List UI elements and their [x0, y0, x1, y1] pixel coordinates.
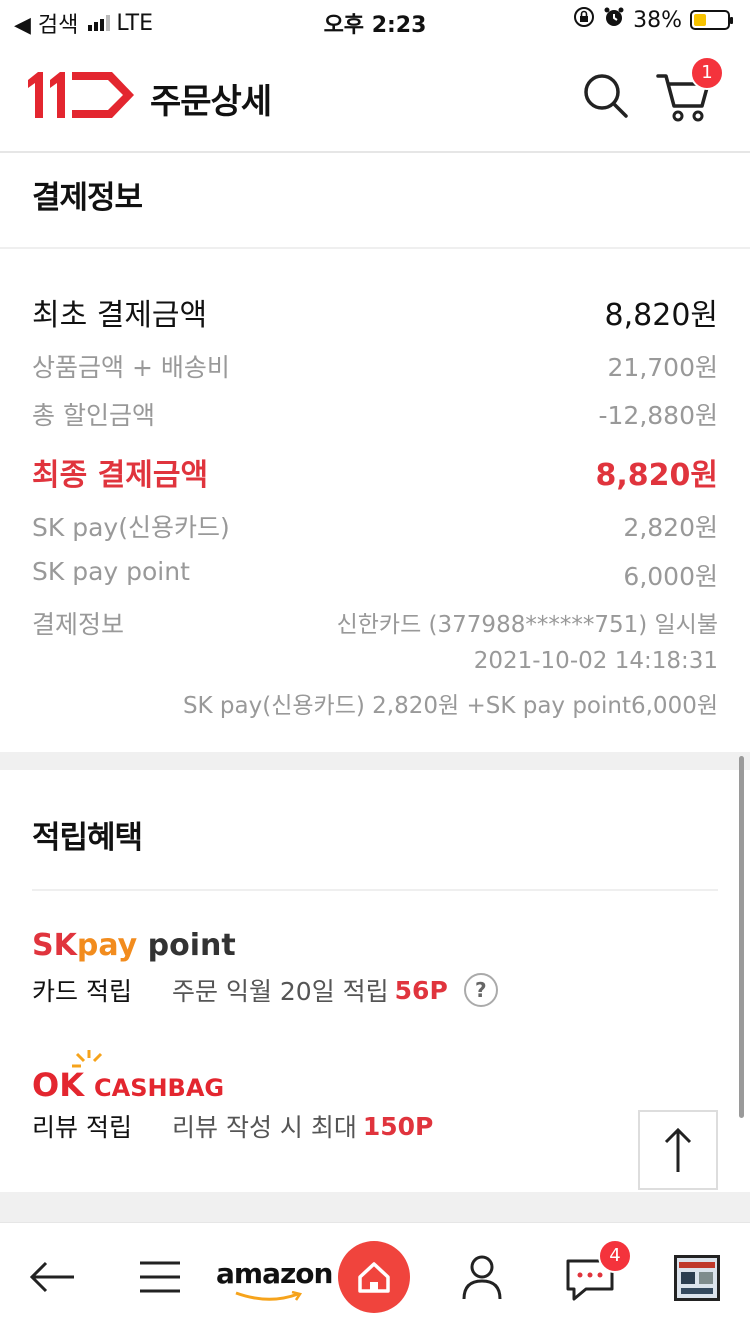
status-bar: ◀ 검색 LTE 오후 2:23 38%	[0, 0, 750, 40]
section-divider	[0, 247, 750, 249]
card-reward-desc: 주문 익월 20일 적립	[172, 977, 389, 1006]
scrollbar[interactable]	[739, 756, 744, 1118]
initial-amount-label: 최초 결제금액	[32, 298, 208, 333]
final-amount-value: 8,820원	[595, 458, 719, 493]
payment-breakdown: SK pay(신용카드) 2,820원 +SK pay point6,000원	[182, 693, 718, 719]
review-reward-desc: 리뷰 작성 시 최대	[172, 1113, 357, 1142]
home-icon	[358, 1262, 390, 1293]
battery-percent: 38%	[633, 7, 682, 33]
skpay-point-logo: SKpay point	[32, 928, 236, 963]
skpay-card-row: SK pay(신용카드) 2,820원	[32, 508, 718, 544]
bottom-tab-bar: amazon 4	[0, 1222, 750, 1334]
card-reward-label: 카드 적립	[32, 977, 132, 1006]
skpay-logo-pay: pay	[76, 928, 138, 963]
battery-icon	[690, 10, 733, 30]
discount-label: 총 할인금액	[32, 401, 155, 430]
skpay-point-row: SK pay point 6,000원	[32, 557, 718, 593]
orientation-lock-icon	[573, 6, 595, 34]
back-button[interactable]	[22, 1247, 82, 1307]
discount-value: -12,880원	[598, 401, 719, 430]
menu-button[interactable]	[130, 1247, 190, 1307]
scroll-to-top-button[interactable]	[638, 1110, 718, 1190]
payment-info-row: 결제정보 신한카드 (377988******751) 일시불	[32, 605, 718, 641]
search-icon	[584, 74, 628, 118]
my-page-button[interactable]	[452, 1247, 512, 1307]
initial-amount-row: 최초 결제금액 8,820원	[32, 290, 718, 334]
final-amount-label: 최종 결제금액	[32, 458, 209, 493]
review-reward-label: 리뷰 적립	[32, 1113, 132, 1142]
card-reward-row: 카드 적립 주문 익월 20일 적립 56P ?	[32, 972, 498, 1008]
payment-datetime: 2021-10-02 14:18:31	[473, 648, 718, 674]
11st-logo[interactable]	[26, 68, 138, 120]
initial-amount-value: 8,820원	[604, 298, 718, 333]
okcashbag-logo-ok: OK	[32, 1066, 84, 1104]
bottom-gap	[0, 1192, 750, 1222]
recent-product-image	[677, 1258, 717, 1298]
page-title: 주문상세	[150, 82, 272, 122]
okcashbag-logo-cashbag: CASHBAG	[94, 1074, 225, 1102]
skpay-card-label: SK pay(신용카드)	[32, 513, 230, 542]
arrow-up-icon	[664, 1127, 692, 1172]
chat-count-badge: 4	[598, 1239, 632, 1273]
section-gap	[0, 752, 750, 770]
search-button[interactable]	[576, 66, 636, 126]
product-shipping-label: 상품금액 + 배송비	[32, 353, 230, 382]
cart-count-badge: 1	[690, 56, 724, 90]
skpay-point-label: SK pay point	[32, 557, 190, 586]
skpay-logo-sk: SK	[32, 928, 77, 963]
home-button[interactable]	[338, 1241, 410, 1313]
skpay-point-value: 6,000원	[623, 562, 718, 591]
card-reward-points: 56P	[394, 975, 448, 1005]
amazon-button[interactable]: amazon	[216, 1257, 333, 1301]
payment-card-info: 신한카드 (377988******751) 일시불	[336, 612, 718, 638]
user-icon	[462, 1255, 502, 1300]
skpay-logo-point: point	[147, 928, 236, 963]
product-shipping-row: 상품금액 + 배송비 21,700원	[32, 348, 718, 384]
review-reward-points: 150P	[362, 1111, 434, 1141]
final-amount-row: 최종 결제금액 8,820원	[32, 450, 718, 494]
benefits-section-title: 적립혜택	[32, 820, 143, 856]
header: 주문상세	[0, 40, 750, 153]
recent-view-thumbnail[interactable]	[674, 1255, 720, 1301]
skpay-card-value: 2,820원	[623, 513, 718, 542]
payment-section-title: 결제정보	[32, 180, 143, 216]
review-reward-row: 리뷰 적립 리뷰 작성 시 최대 150P	[32, 1108, 433, 1144]
alarm-icon	[603, 6, 625, 34]
discount-row: 총 할인금액 -12,880원	[32, 396, 718, 432]
payment-info-label: 결제정보	[32, 610, 125, 639]
product-shipping-value: 21,700원	[607, 353, 718, 382]
arrow-left-icon	[29, 1261, 74, 1293]
benefits-divider	[32, 889, 718, 891]
amazon-label: amazon	[216, 1257, 333, 1290]
amazon-smile-icon	[235, 1291, 303, 1301]
hamburger-icon	[140, 1261, 180, 1293]
help-icon[interactable]: ?	[463, 973, 498, 1007]
